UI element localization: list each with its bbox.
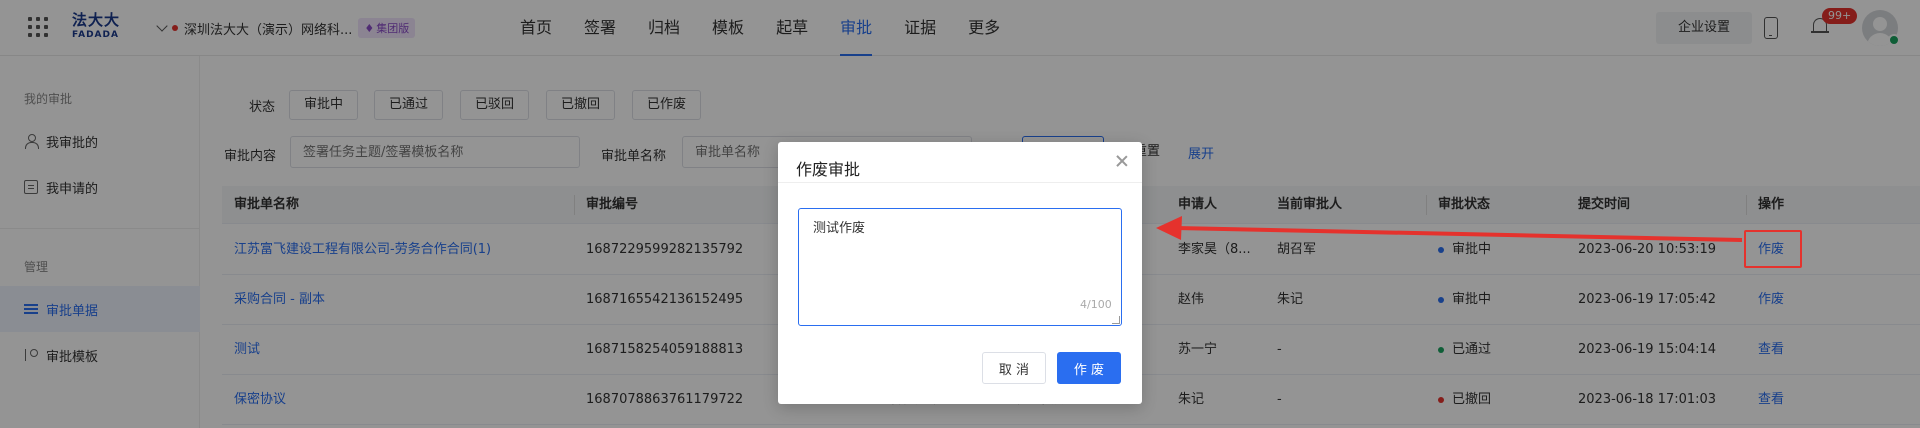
dialog-title: 作废审批: [796, 160, 861, 179]
resize-handle-icon[interactable]: [1112, 316, 1120, 324]
confirm-void-button[interactable]: 作 废: [1057, 352, 1121, 384]
void-approval-dialog: 作废审批 4/100 取 消 作 废: [778, 142, 1142, 404]
close-icon[interactable]: [1115, 154, 1129, 168]
char-counter: 4/100: [1080, 298, 1112, 311]
void-reason-textarea[interactable]: [798, 208, 1122, 326]
cancel-button[interactable]: 取 消: [982, 352, 1046, 384]
highlight-box: [1744, 230, 1802, 268]
dialog-divider: [778, 182, 1142, 183]
